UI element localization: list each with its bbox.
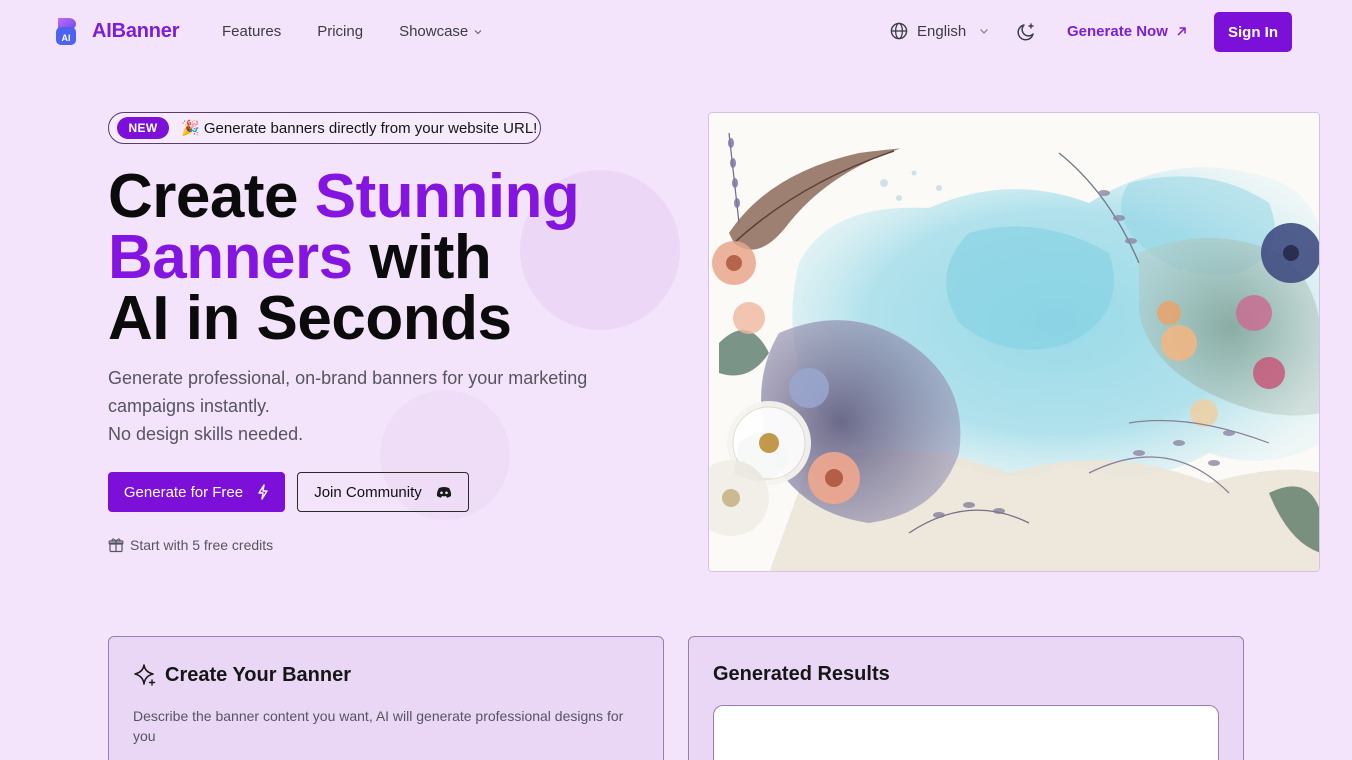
watercolor-floral-illustration — [709, 113, 1319, 571]
nav-showcase-label: Showcase — [399, 23, 469, 40]
hero-title-accent2: Banners — [108, 223, 353, 292]
nav-pricing-link[interactable]: Pricing — [317, 23, 363, 40]
generate-for-free-button[interactable]: Generate for Free — [108, 472, 285, 512]
language-label: English — [917, 22, 967, 40]
arrow-up-right-icon — [1177, 27, 1186, 36]
free-credits-text: Start with 5 free credits — [130, 537, 274, 553]
logo-text: AI — [62, 33, 71, 43]
join-community-label: Join Community — [314, 483, 422, 501]
results-preview-area — [713, 705, 1219, 760]
globe-icon — [890, 22, 908, 40]
hero-title-part2: with — [352, 223, 492, 292]
top-navbar: AI AIBanner Features Pricing Showcase En… — [0, 0, 1352, 64]
generated-results-card: Generated Results — [688, 636, 1244, 760]
announcement-text: 🎉 Generate banners directly from your we… — [181, 120, 538, 137]
lightning-icon — [258, 484, 268, 500]
language-selector[interactable]: English — [889, 21, 990, 41]
gift-icon — [108, 538, 124, 553]
moon-sparkle-icon[interactable] — [1015, 21, 1037, 43]
discord-icon — [436, 487, 451, 498]
sign-in-button[interactable]: Sign In — [1214, 12, 1292, 52]
generate-now-link[interactable]: Generate Now — [1067, 23, 1187, 40]
new-badge: NEW — [117, 117, 169, 139]
free-credits-note: Start with 5 free credits — [108, 537, 273, 553]
create-banner-card: Create Your Banner Describe the banner c… — [108, 636, 664, 760]
hero-banner-image — [708, 112, 1320, 572]
chevron-down-icon — [980, 29, 989, 34]
hero-subtitle-line1: Generate professional, on-brand banners … — [108, 368, 588, 416]
generate-now-label: Generate Now — [1067, 23, 1168, 40]
create-banner-card-header: Create Your Banner — [133, 663, 351, 687]
brand-home-link[interactable]: AI AIBanner — [54, 15, 180, 47]
generated-results-card-header: Generated Results — [713, 663, 890, 686]
chevron-down-icon — [474, 29, 482, 34]
nav-showcase-dropdown[interactable]: Showcase — [399, 23, 483, 40]
sparkle-icon — [134, 664, 156, 686]
hero-title-line3: AI in Seconds — [108, 284, 512, 353]
hero-title: Create Stunning Banners with AI in Secon… — [108, 166, 668, 350]
hero-title-part1: Create — [108, 162, 315, 231]
join-community-button[interactable]: Join Community — [297, 472, 469, 512]
announcement-banner[interactable]: NEW 🎉 Generate banners directly from you… — [108, 112, 541, 144]
nav-features-link[interactable]: Features — [222, 23, 281, 40]
create-banner-title: Create Your Banner — [165, 663, 351, 686]
create-banner-description: Describe the banner content you want, AI… — [133, 708, 624, 744]
brand-name: AIBanner — [92, 19, 180, 42]
hero-subtitle-line2: No design skills needed. — [108, 424, 304, 444]
main-nav: Features Pricing Showcase — [222, 23, 483, 40]
aibanner-logo-icon: AI — [56, 18, 76, 45]
hero-title-accent1: Stunning — [314, 162, 580, 231]
hero-subtitle: Generate professional, on-brand banners … — [108, 364, 668, 448]
generated-results-title: Generated Results — [713, 663, 890, 685]
generate-for-free-label: Generate for Free — [123, 483, 244, 501]
